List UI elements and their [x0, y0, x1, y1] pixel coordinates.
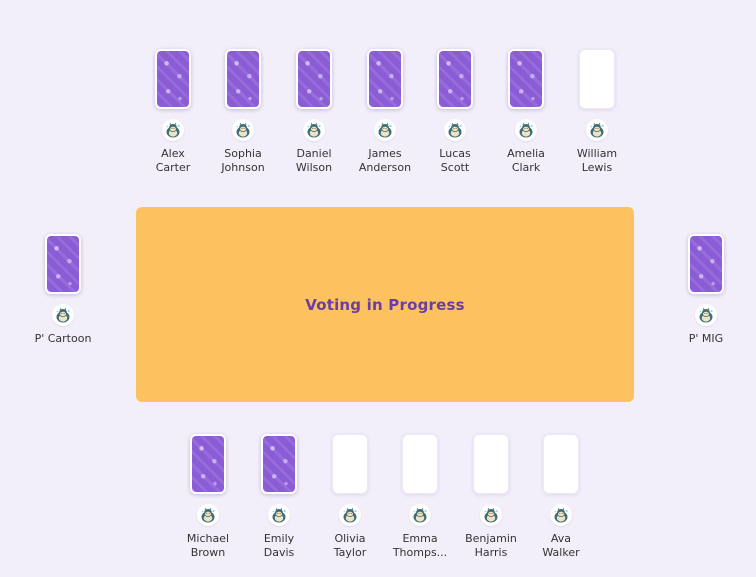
avatar [374, 119, 396, 141]
avatar [515, 119, 537, 141]
seat-alex-carter: Alex Carter [133, 49, 213, 175]
snorlax-avatar-icon [590, 122, 604, 138]
seat-lucas-scott: Lucas Scott [415, 49, 495, 175]
player-name: Olivia Taylor [333, 532, 367, 559]
snorlax-avatar-icon [484, 507, 498, 523]
vote-card[interactable] [155, 49, 191, 109]
snorlax-avatar-icon [378, 122, 392, 138]
avatar [586, 119, 608, 141]
player-name: Sophia Johnson [221, 147, 265, 174]
vote-card[interactable] [332, 434, 368, 494]
vote-card[interactable] [296, 49, 332, 109]
player-name: James Anderson [358, 147, 412, 174]
vote-card[interactable] [579, 49, 615, 109]
avatar [52, 304, 74, 326]
player-name: Michael Brown [186, 532, 230, 559]
player-name: Daniel Wilson [295, 147, 333, 174]
seat-michael-brown: Michael Brown [168, 434, 248, 560]
snorlax-avatar-icon [699, 307, 713, 323]
player-name: Amelia Clark [507, 147, 545, 174]
avatar [480, 504, 502, 526]
seat-amelia-clark: Amelia Clark [486, 49, 566, 175]
seat-olivia-taylor: Olivia Taylor [310, 434, 390, 560]
player-name: P' Cartoon [34, 332, 92, 345]
player-name: Emily Davis [263, 532, 295, 559]
avatar [162, 119, 184, 141]
snorlax-avatar-icon [236, 122, 250, 138]
vote-card[interactable] [473, 434, 509, 494]
player-name: Ava Walker [542, 532, 580, 559]
vote-card[interactable] [367, 49, 403, 109]
snorlax-avatar-icon [56, 307, 70, 323]
avatar [409, 504, 431, 526]
player-name: Benjamin Harris [465, 532, 517, 559]
avatar [232, 119, 254, 141]
player-name: P' MIG [688, 332, 724, 345]
snorlax-avatar-icon [413, 507, 427, 523]
player-name: Emma Thomps... [392, 532, 448, 559]
vote-card[interactable] [543, 434, 579, 494]
snorlax-avatar-icon [519, 122, 533, 138]
avatar [444, 119, 466, 141]
vote-card[interactable] [437, 49, 473, 109]
poker-table: Voting in Progress [136, 207, 634, 402]
seat-william-lewis: William Lewis [557, 49, 637, 175]
avatar [268, 504, 290, 526]
seat-emily-davis: Emily Davis [239, 434, 319, 560]
player-name: William Lewis [576, 147, 618, 174]
seat-emma-thompson: Emma Thomps... [380, 434, 460, 560]
seat-james-anderson: James Anderson [345, 49, 425, 175]
seat-benjamin-harris: Benjamin Harris [451, 434, 531, 560]
snorlax-avatar-icon [343, 507, 357, 523]
vote-card[interactable] [225, 49, 261, 109]
player-name: Alex Carter [155, 147, 191, 174]
seat-p-mig: P' MIG [666, 234, 746, 346]
snorlax-avatar-icon [554, 507, 568, 523]
seat-sophia-johnson: Sophia Johnson [203, 49, 283, 175]
snorlax-avatar-icon [272, 507, 286, 523]
avatar [339, 504, 361, 526]
table-status: Voting in Progress [305, 295, 465, 314]
vote-card[interactable] [688, 234, 724, 294]
seat-daniel-wilson: Daniel Wilson [274, 49, 354, 175]
vote-card[interactable] [261, 434, 297, 494]
snorlax-avatar-icon [448, 122, 462, 138]
avatar [695, 304, 717, 326]
vote-card[interactable] [402, 434, 438, 494]
player-name: Lucas Scott [439, 147, 471, 174]
snorlax-avatar-icon [166, 122, 180, 138]
seat-p-cartoon: P' Cartoon [23, 234, 103, 346]
seat-ava-walker: Ava Walker [521, 434, 601, 560]
avatar [550, 504, 572, 526]
vote-card[interactable] [190, 434, 226, 494]
snorlax-avatar-icon [307, 122, 321, 138]
vote-card[interactable] [508, 49, 544, 109]
avatar [303, 119, 325, 141]
avatar [197, 504, 219, 526]
vote-card[interactable] [45, 234, 81, 294]
snorlax-avatar-icon [201, 507, 215, 523]
